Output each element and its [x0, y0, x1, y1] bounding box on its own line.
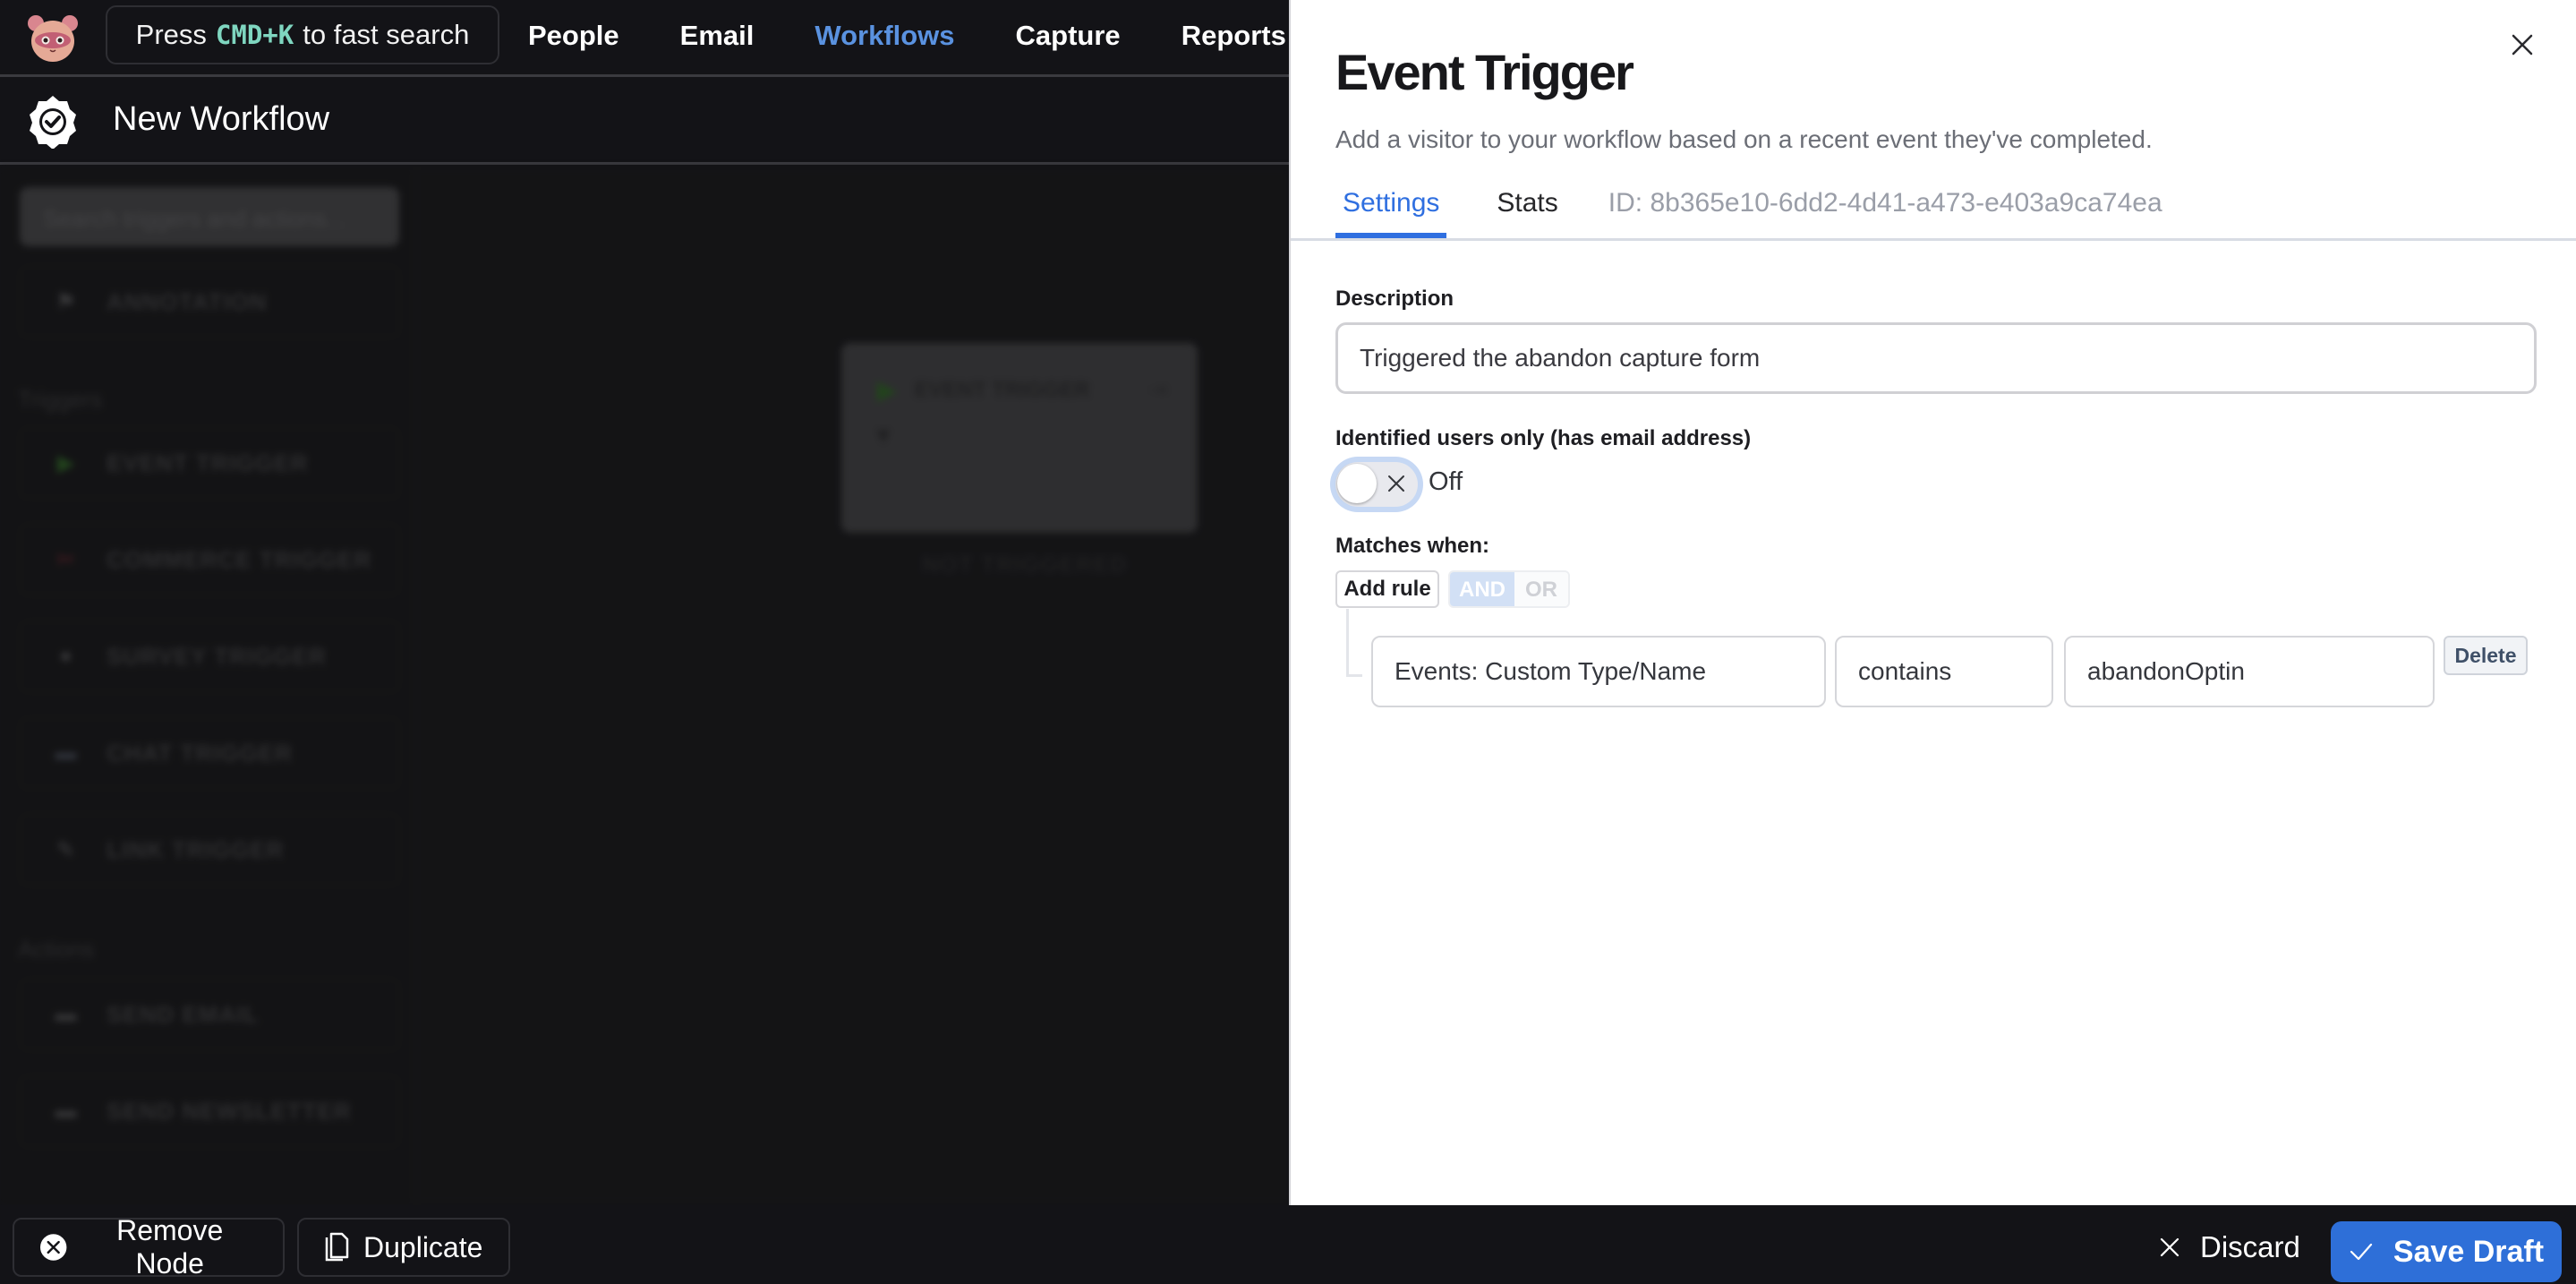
palette-item-label: ANNOTATION: [107, 287, 268, 315]
palette-item-label: CHAT TRIGGER: [107, 739, 293, 766]
palette-item-label: SURVEY TRIGGER: [107, 642, 327, 670]
tab-settings[interactable]: Settings: [1335, 188, 1447, 238]
event-trigger-node[interactable]: ▶ EVENT TRIGGER ⇥ ▼: [841, 343, 1198, 533]
exit-icon[interactable]: ⇥: [1149, 377, 1167, 403]
blurred-editor-area: Search triggers and actions... ⚑ ANNOTAT…: [0, 167, 1289, 1205]
email-icon: ▬: [55, 1002, 78, 1026]
palette-item-chat-trigger[interactable]: ▬ CHAT TRIGGER: [20, 717, 399, 789]
delete-rule-button[interactable]: Delete: [2444, 636, 2528, 675]
raccoon-logo-icon[interactable]: [25, 11, 81, 66]
cart-icon: ✂: [56, 547, 76, 572]
node-settings-panel: Event Trigger Add a visitor to your work…: [1289, 0, 2576, 1205]
close-icon[interactable]: [2504, 27, 2540, 63]
workflow-badge-icon: [30, 96, 76, 149]
play-icon: ▶: [877, 376, 897, 404]
node-title-text: EVENT TRIGGER: [914, 377, 1090, 402]
node-status: NOT TRIGGERED: [922, 551, 1128, 578]
duplicate-label: Duplicate: [363, 1230, 483, 1263]
panel-tabs: Settings Stats ID: 8b365e10-6dd2-4d41-a4…: [1335, 188, 2162, 238]
save-draft-label: Save Draft: [2393, 1234, 2545, 1269]
x-icon: [2160, 1237, 2179, 1257]
panel-subtitle: Add a visitor to your workflow based on …: [1335, 125, 2153, 153]
add-rule-button[interactable]: Add rule: [1335, 570, 1439, 608]
tabs-divider: [1291, 238, 2576, 241]
node-palette-sidebar: Search triggers and actions... ⚑ ANNOTAT…: [0, 167, 416, 1205]
matches-when-label: Matches when:: [1335, 534, 1490, 558]
actions-heading: Actions: [18, 936, 95, 963]
workflow-header: New Workflow: [0, 79, 1289, 165]
x-icon: [1388, 475, 1404, 492]
search-prefix: Press: [135, 19, 207, 50]
person-icon: ●: [59, 644, 73, 668]
flag-icon: ⚑: [55, 289, 77, 314]
palette-item-label: EVENT TRIGGER: [107, 449, 309, 476]
rule-value-input[interactable]: abandonOptin: [2064, 636, 2435, 707]
save-draft-button[interactable]: Save Draft: [2331, 1221, 2562, 1282]
palette-item-label: SEND NEWSLETTER: [107, 1097, 352, 1125]
identified-users-toggle[interactable]: [1335, 462, 1418, 507]
identified-users-label: Identified users only (has email address…: [1335, 426, 1752, 450]
or-button[interactable]: OR: [1514, 572, 1568, 606]
bottom-action-bar: Remove Node Duplicate Discard Save Draft: [0, 1205, 2576, 1284]
rule-connector: [1346, 609, 1362, 677]
panel-title: Event Trigger: [1335, 44, 1634, 100]
operator-switch: AND OR: [1448, 570, 1570, 608]
description-input[interactable]: [1335, 322, 2537, 394]
link-icon: ✎: [56, 837, 76, 862]
toggle-knob: [1337, 464, 1377, 503]
discard-label: Discard: [2200, 1230, 2300, 1263]
triggers-heading: Triggers: [18, 386, 103, 413]
palette-item-survey-trigger[interactable]: ● SURVEY TRIGGER: [20, 621, 399, 692]
tab-stats[interactable]: Stats: [1489, 188, 1565, 238]
palette-item-link-trigger[interactable]: ✎ LINK TRIGGER: [20, 814, 399, 886]
nav-workflows[interactable]: Workflows: [815, 20, 954, 52]
node-id: ID: 8b365e10-6dd2-4d41-a473-e403a9ca74ea: [1608, 188, 2162, 218]
workflow-canvas[interactable]: ▶ EVENT TRIGGER ⇥ ▼ NOT TRIGGERED: [416, 167, 1289, 1205]
nav-email[interactable]: Email: [680, 20, 755, 52]
search-shortcut: CMD+K: [215, 20, 294, 50]
palette-search-input[interactable]: Search triggers and actions...: [20, 187, 399, 246]
nav-reports[interactable]: Reports: [1181, 20, 1286, 52]
palette-item-send-email[interactable]: ▬ SEND EMAIL: [20, 979, 399, 1050]
workflow-title[interactable]: New Workflow: [113, 100, 329, 139]
remove-node-label: Remove Node: [116, 1214, 224, 1280]
fast-search-button[interactable]: Press CMD+K to fast search: [106, 5, 499, 64]
and-button[interactable]: AND: [1450, 572, 1514, 606]
workflow-editor: Press CMD+K to fast search People Email …: [0, 0, 1289, 1205]
filter-icon[interactable]: ▼: [872, 422, 895, 449]
nav-people[interactable]: People: [528, 20, 619, 52]
palette-item-label: LINK TRIGGER: [107, 835, 285, 863]
search-suffix: to fast search: [303, 19, 470, 50]
play-icon: ▶: [57, 450, 75, 475]
duplicate-button[interactable]: Duplicate: [297, 1218, 510, 1277]
discard-button[interactable]: Discard: [2159, 1218, 2300, 1277]
node-title: ▶ EVENT TRIGGER: [877, 375, 1090, 405]
newsletter-icon: ▬: [55, 1099, 78, 1123]
palette-item-commerce-trigger[interactable]: ✂ COMMERCE TRIGGER: [20, 524, 399, 595]
rule-operator-select[interactable]: contains: [1835, 636, 2053, 707]
rule-field-select[interactable]: Events: Custom Type/Name: [1371, 636, 1826, 707]
checkmark-icon: [2350, 1243, 2372, 1261]
palette-item-send-newsletter[interactable]: ▬ SEND NEWSLETTER: [20, 1075, 399, 1147]
palette-item-label: COMMERCE TRIGGER: [107, 545, 372, 573]
palette-item-annotation[interactable]: ⚑ ANNOTATION: [20, 266, 399, 338]
palette-item-label: SEND EMAIL: [107, 1000, 260, 1028]
nav-items: People Email Workflows Capture Reports: [528, 0, 1347, 72]
nav-capture[interactable]: Capture: [1016, 20, 1121, 52]
description-label: Description: [1335, 287, 1454, 311]
palette-item-event-trigger[interactable]: ▶ EVENT TRIGGER: [20, 427, 399, 499]
toggle-state-text: Off: [1429, 467, 1463, 496]
remove-node-button[interactable]: Remove Node: [13, 1214, 285, 1280]
copy-icon: [325, 1232, 349, 1262]
chat-icon: ▬: [55, 740, 78, 765]
remove-circle-icon: [39, 1234, 67, 1261]
top-navigation: Press CMD+K to fast search People Email …: [0, 0, 1289, 77]
